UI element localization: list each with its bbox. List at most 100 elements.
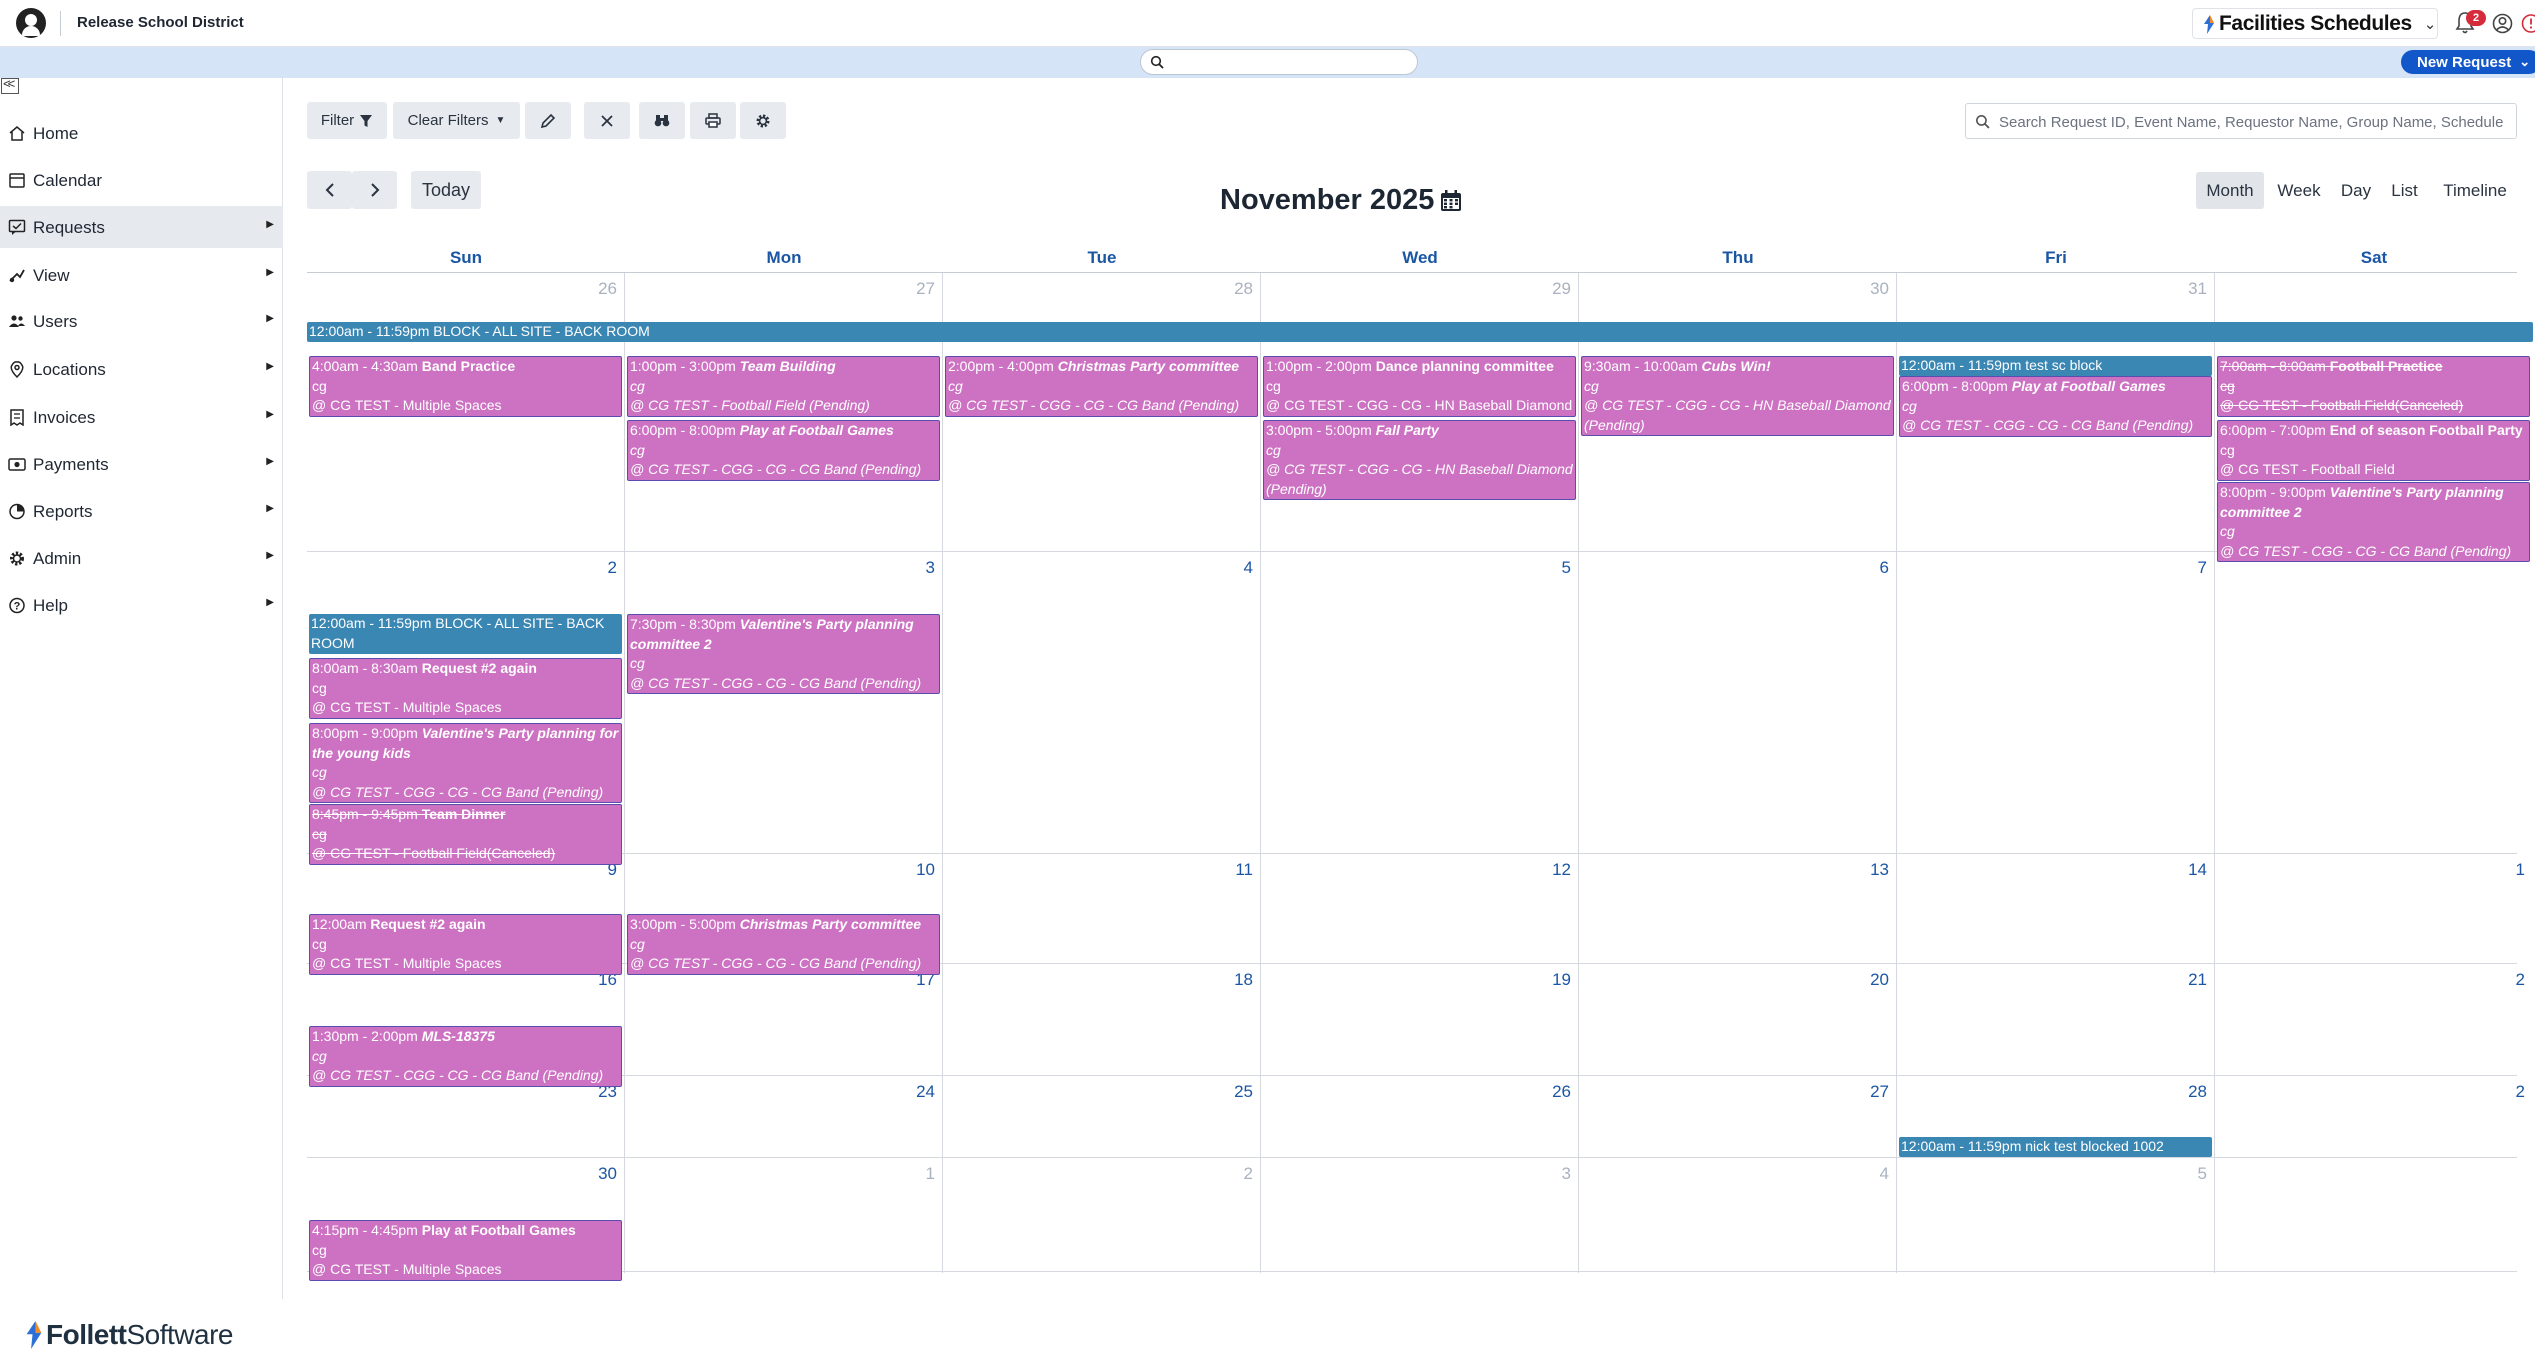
calendar-event[interactable]: 7:00am - 8:00am Football Practicecg@ CG … xyxy=(2217,356,2530,417)
calendar-event[interactable]: 8:45pm - 9:45pm Team Dinnercg@ CG TEST -… xyxy=(309,804,622,865)
calendar-event[interactable]: 7:30pm - 8:30pm Valentine's Party planni… xyxy=(627,614,940,694)
sidebar-item-admin[interactable]: Admin▶ xyxy=(0,537,283,579)
calendar-event[interactable]: 12:00am Request #2 againcg@ CG TEST - Mu… xyxy=(309,914,622,975)
day-number[interactable]: 4 xyxy=(1849,1164,1889,1184)
day-number[interactable]: 6 xyxy=(1849,558,1889,578)
find-button[interactable] xyxy=(639,102,685,139)
day-number[interactable]: 31 xyxy=(2167,279,2207,299)
alert-icon[interactable] xyxy=(2521,13,2535,34)
day-number[interactable]: 3 xyxy=(895,558,935,578)
calendar-event[interactable]: 3:00pm - 5:00pm Fall Partycg@ CG TEST - … xyxy=(1263,420,1576,500)
block-event[interactable]: 12:00am - 11:59pm nick test blocked 1002 xyxy=(1899,1137,2212,1157)
day-number[interactable]: 28 xyxy=(2167,1082,2207,1102)
previous-month-button[interactable] xyxy=(307,171,352,209)
block-event[interactable]: 12:00am - 11:59pm test sc block xyxy=(1899,356,2212,376)
day-number[interactable]: 11 xyxy=(1213,860,1253,880)
day-number[interactable]: 30 xyxy=(577,1164,617,1184)
day-number[interactable]: 29 xyxy=(1531,279,1571,299)
view-list-button[interactable]: List xyxy=(2383,172,2426,209)
district-logo[interactable] xyxy=(16,8,46,38)
day-number[interactable]: 1 xyxy=(2485,860,2525,880)
sidebar-item-calendar[interactable]: Calendar xyxy=(0,159,283,201)
day-number[interactable]: 1 xyxy=(895,1164,935,1184)
block-event[interactable]: 12:00am - 11:59pm BLOCK - ALL SITE - BAC… xyxy=(307,322,2533,342)
user-icon[interactable] xyxy=(2492,13,2513,34)
calendar-event[interactable]: 8:00am - 8:30am Request #2 againcg@ CG T… xyxy=(309,658,622,719)
calendar-event[interactable]: 4:00am - 4:30am Band Practicecg@ CG TEST… xyxy=(309,356,622,417)
day-number[interactable]: 30 xyxy=(1849,279,1889,299)
request-search[interactable] xyxy=(1965,103,2517,139)
calendar-event[interactable]: 8:00pm - 9:00pm Valentine's Party planni… xyxy=(309,723,622,803)
sidebar-item-view[interactable]: View▶ xyxy=(0,254,283,296)
day-number[interactable]: 14 xyxy=(2167,860,2207,880)
day-number[interactable]: 26 xyxy=(1531,1082,1571,1102)
day-number[interactable]: 12 xyxy=(1531,860,1571,880)
sidebar-item-invoices[interactable]: Invoices▶ xyxy=(0,396,283,438)
calendar-event[interactable]: 6:00pm - 8:00pm Play at Football Gamescg… xyxy=(627,420,940,481)
next-month-button[interactable] xyxy=(352,171,397,209)
sidebar-item-locations[interactable]: Locations▶ xyxy=(0,348,283,390)
close-button[interactable] xyxy=(584,102,630,139)
day-number[interactable]: 2 xyxy=(577,558,617,578)
day-number[interactable]: 5 xyxy=(2167,1164,2207,1184)
chevron-right-icon xyxy=(370,182,380,198)
today-button[interactable]: Today xyxy=(411,171,481,209)
view-day-button[interactable]: Day xyxy=(2333,172,2379,209)
day-number[interactable]: 7 xyxy=(2167,558,2207,578)
calendar-event[interactable]: 8:00pm - 9:00pm Valentine's Party planni… xyxy=(2217,482,2530,562)
sidebar-item-home[interactable]: Home xyxy=(0,112,283,154)
new-request-button[interactable]: New Request ⌄ xyxy=(2401,50,2535,74)
event-time: 8:00pm - 9:00pm xyxy=(312,725,422,741)
sidebar-item-help[interactable]: ?Help▶ xyxy=(0,584,283,626)
sidebar-item-reports[interactable]: Reports▶ xyxy=(0,490,283,532)
view-week-button[interactable]: Week xyxy=(2270,172,2328,209)
day-number[interactable]: 27 xyxy=(895,279,935,299)
block-event[interactable]: 12:00am - 11:59pm BLOCK - ALL SITE - BAC… xyxy=(309,614,622,654)
day-number[interactable]: 18 xyxy=(1213,970,1253,990)
sidebar-item-payments[interactable]: Payments▶ xyxy=(0,443,283,485)
calendar-event[interactable]: 1:00pm - 2:00pm Dance planning committee… xyxy=(1263,356,1576,417)
edit-button[interactable] xyxy=(525,102,571,139)
day-number[interactable]: 2 xyxy=(1213,1164,1253,1184)
day-number[interactable]: 21 xyxy=(2167,970,2207,990)
day-number[interactable]: 2 xyxy=(2485,1082,2525,1102)
calendar-event[interactable]: 6:00pm - 8:00pm Play at Football Gamescg… xyxy=(1899,376,2212,437)
day-number[interactable]: 5 xyxy=(1531,558,1571,578)
calendar-picker-icon[interactable] xyxy=(1440,190,1462,212)
day-number[interactable]: 3 xyxy=(1531,1164,1571,1184)
collapse-sidebar-button[interactable]: << xyxy=(1,78,19,94)
request-search-input[interactable] xyxy=(1999,112,2509,132)
calendar-event[interactable]: 4:15pm - 4:45pm Play at Football Gamescg… xyxy=(309,1220,622,1281)
view-month-button[interactable]: Month xyxy=(2196,172,2264,209)
clear-filters-button[interactable]: Clear Filters ▼ xyxy=(393,102,520,139)
day-number[interactable]: 4 xyxy=(1213,558,1253,578)
calendar-event[interactable]: 9:30am - 10:00am Cubs Win!cg@ CG TEST - … xyxy=(1581,356,1894,436)
sidebar: << Home Calendar Requests▶ View▶Users▶ Locat… xyxy=(0,78,283,1299)
view-timeline-button[interactable]: Timeline xyxy=(2430,172,2520,209)
day-number[interactable]: 28 xyxy=(1213,279,1253,299)
day-number[interactable]: 27 xyxy=(1849,1082,1889,1102)
day-number[interactable]: 20 xyxy=(1849,970,1889,990)
calendar-event[interactable]: 3:00pm - 5:00pm Christmas Party committe… xyxy=(627,914,940,975)
day-number[interactable]: 25 xyxy=(1213,1082,1253,1102)
calendar-event[interactable]: 1:30pm - 2:00pm MLS-18375cg@ CG TEST - C… xyxy=(309,1026,622,1087)
calendar-event[interactable]: 1:00pm - 3:00pm Team Buildingcg@ CG TEST… xyxy=(627,356,940,417)
day-number[interactable]: 2 xyxy=(2485,970,2525,990)
global-search-input[interactable] xyxy=(1169,53,1409,71)
sidebar-item-requests[interactable]: Requests▶ xyxy=(0,206,283,248)
calendar-event[interactable]: 2:00pm - 4:00pm Christmas Party committe… xyxy=(945,356,1258,417)
print-button[interactable] xyxy=(690,102,736,139)
follett-mark-icon xyxy=(2203,15,2215,34)
settings-button[interactable] xyxy=(740,102,786,139)
product-switcher[interactable]: Facilities Schedules ⌄ xyxy=(2192,8,2438,39)
day-number[interactable]: 19 xyxy=(1531,970,1571,990)
calendar-event[interactable]: 6:00pm - 7:00pm End of season Football P… xyxy=(2217,420,2530,481)
global-search[interactable] xyxy=(1140,49,1418,75)
event-location: (Pending) xyxy=(1266,480,1573,500)
day-number[interactable]: 10 xyxy=(895,860,935,880)
sidebar-item-users[interactable]: Users▶ xyxy=(0,300,283,342)
day-number[interactable]: 24 xyxy=(895,1082,935,1102)
filter-button[interactable]: Filter xyxy=(307,102,387,139)
day-number[interactable]: 26 xyxy=(577,279,617,299)
day-number[interactable]: 13 xyxy=(1849,860,1889,880)
